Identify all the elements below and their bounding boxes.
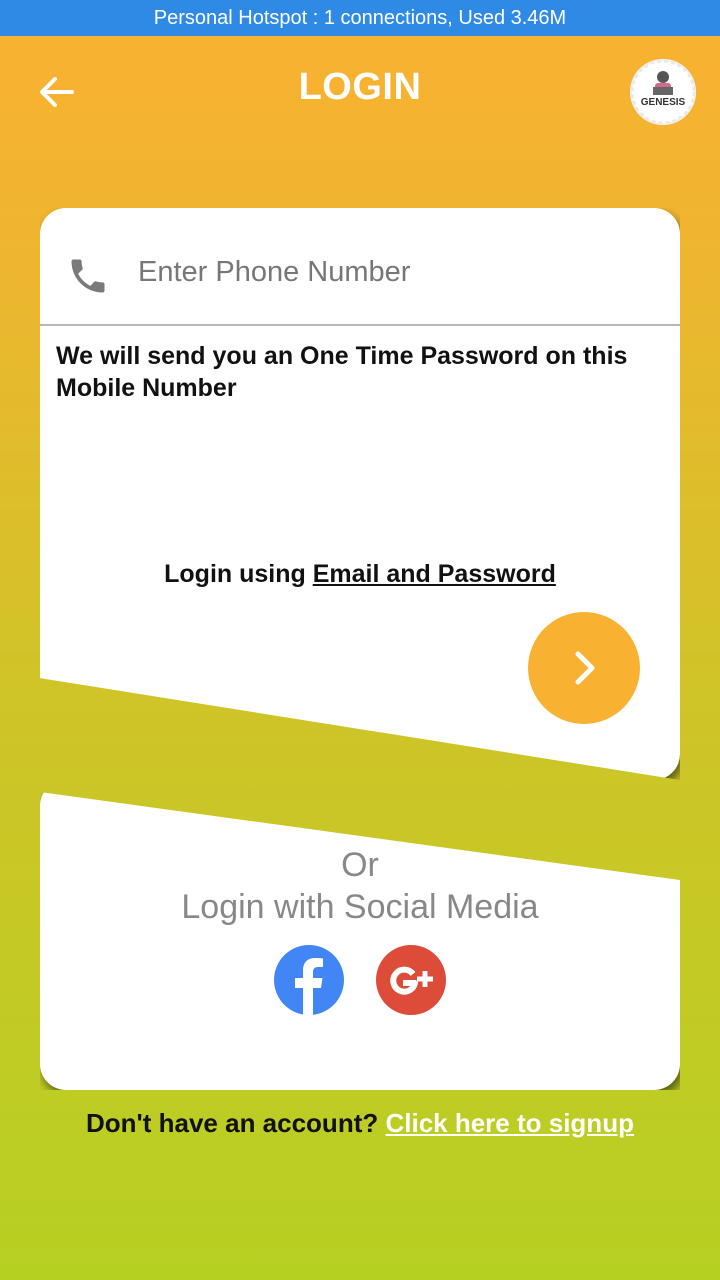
signup-row: Don't have an account? Click here to sig… [0, 1108, 720, 1139]
page-title: LOGIN [298, 66, 422, 108]
app-logo: GENESIS [630, 59, 696, 125]
social-login-label: Login with Social Media [181, 888, 539, 926]
next-button[interactable] [528, 612, 640, 724]
header: LOGIN GENESIS [0, 36, 720, 148]
phone-login-card: We will send you an One Time Password on… [40, 208, 680, 780]
social-login-card: Or Login with Social Media [40, 792, 680, 1090]
facebook-button[interactable] [273, 944, 345, 1016]
status-bar-text: Personal Hotspot : 1 connections, Used 3… [153, 6, 567, 29]
or-label: Or [341, 846, 379, 884]
svg-text:GENESIS: GENESIS [641, 97, 686, 108]
phone-input[interactable] [136, 244, 660, 300]
phone-icon [71, 259, 105, 293]
chevron-right-icon [575, 651, 595, 685]
email-login-prefix: Login using [164, 560, 313, 588]
email-login: Login using Email and Password [40, 560, 680, 589]
phone-row [40, 208, 680, 326]
signup-prefix: Don't have an account? [86, 1108, 386, 1138]
email-password-link[interactable]: Email and Password [313, 560, 556, 588]
facebook-icon [274, 945, 344, 1016]
status-bar: Personal Hotspot : 1 connections, Used 3… [0, 0, 720, 36]
google-plus-button[interactable] [375, 944, 447, 1016]
google-plus-icon [376, 945, 446, 1015]
signup-link[interactable]: Click here to signup [385, 1108, 634, 1138]
otp-message: We will send you an One Time Password on… [56, 342, 628, 402]
